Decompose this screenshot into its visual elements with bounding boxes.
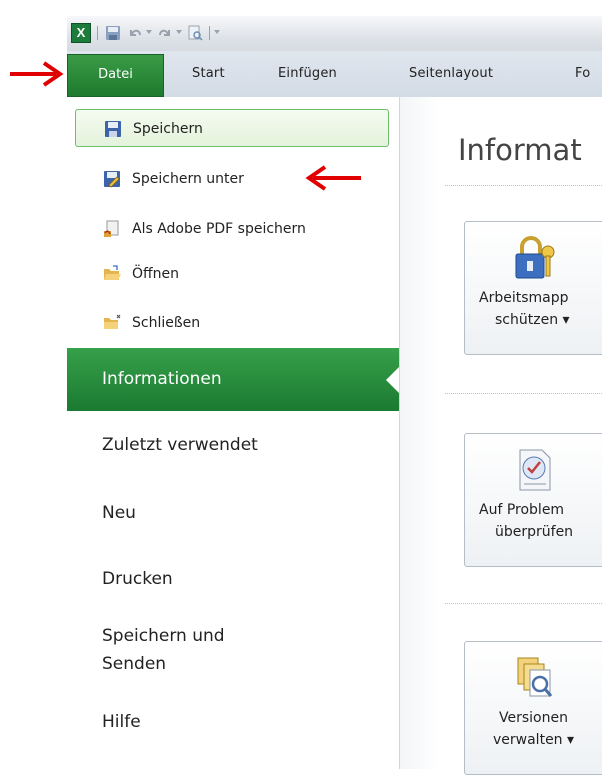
annotation-arrow-icon <box>10 61 64 87</box>
print-preview-icon[interactable] <box>187 25 203 41</box>
selected-notch-icon <box>386 367 399 393</box>
save-icon[interactable] <box>105 25 121 41</box>
close-command[interactable]: Schließen <box>75 304 389 342</box>
separator-line <box>445 393 602 394</box>
toolbar-separator <box>209 26 210 40</box>
nav-print[interactable]: Drucken <box>102 567 173 591</box>
lock-key-icon <box>515 236 555 279</box>
undo-icon[interactable] <box>127 25 143 41</box>
excel-logo-icon: X <box>71 23 91 43</box>
separator-line <box>445 603 602 604</box>
redo-dropdown-icon[interactable] <box>176 30 182 34</box>
save-icon <box>105 121 121 137</box>
save-as-pdf-command[interactable]: Als Adobe PDF speichern <box>75 210 389 248</box>
check-for-issues-button[interactable]: Auf Problem überprüfen <box>464 433 602 567</box>
ribbon-tab-strip: Datei Start Einfügen Seitenlayout Fo <box>67 51 602 98</box>
tab-start[interactable]: Start <box>192 61 225 87</box>
tab-page-layout[interactable]: Seitenlayout <box>409 61 493 87</box>
info-heading: Informat <box>458 133 582 167</box>
close-command-label: Schließen <box>132 315 201 331</box>
nav-info-label: Informationen <box>102 369 222 389</box>
info-pane: Informat Arbeitsmapp schützen ▾ Auf Prob… <box>400 97 602 775</box>
backstage-navigation: Speichern Speichern unter Als Adobe PDF … <box>67 97 399 769</box>
open-command[interactable]: Öffnen <box>75 255 389 293</box>
nav-save-send-line2[interactable]: Senden <box>102 652 166 676</box>
protect-workbook-label-2: schützen ▾ <box>495 312 570 328</box>
quick-access-toolbar: X <box>67 16 602 51</box>
tab-file[interactable]: Datei <box>67 54 164 97</box>
protect-workbook-label-1: Arbeitsmapp <box>479 290 569 306</box>
nav-recent[interactable]: Zuletzt verwendet <box>102 433 258 457</box>
annotation-arrow-icon <box>305 165 361 191</box>
versions-icon <box>517 657 553 697</box>
save-as-pdf-command-label: Als Adobe PDF speichern <box>132 221 306 237</box>
manage-versions-label-2: verwalten ▾ <box>493 732 575 748</box>
undo-dropdown-icon[interactable] <box>146 30 152 34</box>
check-issues-label-1: Auf Problem <box>479 502 565 518</box>
save-command-label: Speichern <box>133 121 203 137</box>
manage-versions-button[interactable]: Versionen verwalten ▾ <box>464 641 602 775</box>
save-command[interactable]: Speichern <box>75 109 389 147</box>
nav-save-send-line1[interactable]: Speichern und <box>102 624 225 648</box>
manage-versions-label-1: Versionen <box>499 710 568 726</box>
check-issues-label-2: überprüfen <box>495 524 574 540</box>
open-folder-icon <box>104 265 121 280</box>
toolbar-separator <box>97 26 98 40</box>
nav-new[interactable]: Neu <box>102 501 136 525</box>
checklist-icon <box>519 449 551 491</box>
separator-line <box>445 185 602 186</box>
protect-workbook-button[interactable]: Arbeitsmapp schützen ▾ <box>464 221 602 355</box>
nav-help[interactable]: Hilfe <box>102 710 141 734</box>
nav-info[interactable]: Informationen <box>67 348 399 411</box>
save-as-icon <box>104 171 120 188</box>
pdf-icon <box>104 220 119 237</box>
tab-insert[interactable]: Einfügen <box>278 61 337 87</box>
tab-formulas[interactable]: Fo <box>575 61 590 87</box>
open-command-label: Öffnen <box>132 266 180 282</box>
save-as-command-label: Speichern unter <box>132 171 244 187</box>
redo-icon[interactable] <box>157 25 173 41</box>
customize-toolbar-icon[interactable] <box>214 30 220 34</box>
close-folder-icon <box>104 314 121 329</box>
